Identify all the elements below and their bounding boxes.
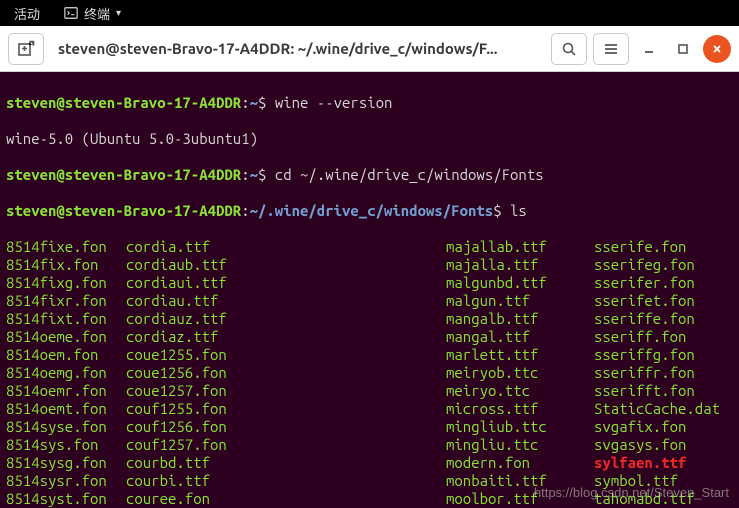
file-entry: mingliub.ttc <box>446 418 594 436</box>
new-tab-icon <box>17 40 35 58</box>
file-entry: courbi.ttf <box>126 472 446 490</box>
file-entry: modern.fon <box>446 454 594 472</box>
file-entry: sserifer.fon <box>594 274 720 292</box>
file-entry: malgunbd.ttf <box>446 274 594 292</box>
file-entry: couf1256.fon <box>126 418 446 436</box>
prompt-sep: : <box>241 94 249 111</box>
app-menu[interactable]: 终端 ▾ <box>64 4 121 23</box>
prompt-path: ~/.wine/drive_c/windows/Fonts <box>250 202 494 219</box>
file-entry: 8514sys.fon <box>6 436 126 454</box>
prompt-user: steven@steven-Bravo-17-A4DDR <box>6 166 241 183</box>
file-entry: sseriffr.fon <box>594 364 720 382</box>
maximize-button[interactable] <box>669 35 697 63</box>
file-entry: cordia.ttf <box>126 238 446 256</box>
prompt-user: steven@steven-Bravo-17-A4DDR <box>6 202 241 219</box>
file-entry: meiryob.ttc <box>446 364 594 382</box>
file-entry: 8514syse.fon <box>6 418 126 436</box>
file-entry: couree.fon <box>126 490 446 508</box>
file-entry: symbol.ttf <box>594 472 720 490</box>
close-icon <box>711 43 723 55</box>
file-entry: sserifet.fon <box>594 292 720 310</box>
search-button[interactable] <box>551 33 587 65</box>
file-entry: 8514oemr.fon <box>6 382 126 400</box>
file-entry: sylfaen.ttf <box>594 454 720 472</box>
file-entry: couf1257.fon <box>126 436 446 454</box>
file-entry: 8514fixe.fon <box>6 238 126 256</box>
file-entry: svgasys.fon <box>594 436 720 454</box>
file-entry: sseriff.fon <box>594 328 720 346</box>
file-entry: 8514oemt.fon <box>6 400 126 418</box>
file-entry: mangal.ttf <box>446 328 594 346</box>
terminal-app-icon <box>64 6 78 20</box>
file-entry: monbaiti.ttf <box>446 472 594 490</box>
prompt-line: steven@steven-Bravo-17-A4DDR:~$ cd ~/.wi… <box>6 166 733 184</box>
window-title: steven@steven-Bravo-17-A4DDR: ~/.wine/dr… <box>52 40 543 57</box>
activities-button[interactable]: 活动 <box>14 4 40 23</box>
file-entry: malgun.ttf <box>446 292 594 310</box>
prompt-user: steven@steven-Bravo-17-A4DDR <box>6 94 241 111</box>
command-output: wine-5.0 (Ubuntu 5.0-3ubuntu1) <box>6 130 733 148</box>
prompt-path: ~ <box>250 166 258 183</box>
file-entry: sserifft.fon <box>594 382 720 400</box>
minimize-button[interactable] <box>635 35 663 63</box>
file-entry: couf1255.fon <box>126 400 446 418</box>
hamburger-icon <box>603 41 619 57</box>
file-entry: marlett.ttf <box>446 346 594 364</box>
file-entry: sseriffe.fon <box>594 310 720 328</box>
ls-output: 8514fixe.fon8514fix.fon8514fixg.fon8514f… <box>6 238 733 508</box>
new-tab-button[interactable] <box>8 33 44 65</box>
file-entry: mingliu.ttc <box>446 436 594 454</box>
file-entry: courbd.ttf <box>126 454 446 472</box>
file-entry: moolbor.ttf <box>446 490 594 508</box>
prompt-path: ~ <box>250 94 258 111</box>
file-entry: 8514fixr.fon <box>6 292 126 310</box>
file-entry: cordiaui.ttf <box>126 274 446 292</box>
file-entry: majallab.ttf <box>446 238 594 256</box>
file-entry: tahomabd.ttf <box>594 490 720 508</box>
file-entry: cordiaz.ttf <box>126 328 446 346</box>
chevron-down-icon: ▾ <box>116 7 121 19</box>
file-entry: sserifeg.fon <box>594 256 720 274</box>
file-entry: cordiau.ttf <box>126 292 446 310</box>
file-entry: 8514fix.fon <box>6 256 126 274</box>
file-entry: coue1255.fon <box>126 346 446 364</box>
file-entry: meiryo.ttc <box>446 382 594 400</box>
activities-label: 活动 <box>14 4 40 23</box>
file-entry: coue1256.fon <box>126 364 446 382</box>
file-entry: micross.ttf <box>446 400 594 418</box>
menu-button[interactable] <box>593 33 629 65</box>
file-entry: cordiauz.ttf <box>126 310 446 328</box>
gnome-topbar: 活动 终端 ▾ <box>0 0 739 26</box>
command-text: ls <box>510 202 527 219</box>
minimize-icon <box>643 43 655 55</box>
file-entry: sserife.fon <box>594 238 720 256</box>
app-menu-label: 终端 <box>84 4 110 23</box>
file-entry: 8514fixg.fon <box>6 274 126 292</box>
file-entry: 8514oemg.fon <box>6 364 126 382</box>
file-entry: svgafix.fon <box>594 418 720 436</box>
file-entry: 8514syst.fon <box>6 490 126 508</box>
file-entry: coue1257.fon <box>126 382 446 400</box>
close-button[interactable] <box>703 35 731 63</box>
prompt-line: steven@steven-Bravo-17-A4DDR:~/.wine/dri… <box>6 202 733 220</box>
prompt-line: steven@steven-Bravo-17-A4DDR:~$ wine --v… <box>6 94 733 112</box>
file-entry: mangalb.ttf <box>446 310 594 328</box>
window-titlebar: steven@steven-Bravo-17-A4DDR: ~/.wine/dr… <box>0 26 739 72</box>
file-entry: 8514sysr.fon <box>6 472 126 490</box>
file-entry: 8514oeme.fon <box>6 328 126 346</box>
search-icon <box>561 41 577 57</box>
file-entry: sseriffg.fon <box>594 346 720 364</box>
file-entry: 8514oem.fon <box>6 346 126 364</box>
file-entry: StaticCache.dat <box>594 400 720 418</box>
file-entry: 8514fixt.fon <box>6 310 126 328</box>
terminal-output[interactable]: steven@steven-Bravo-17-A4DDR:~$ wine --v… <box>0 72 739 508</box>
maximize-icon <box>677 43 689 55</box>
command-text: cd ~/.wine/drive_c/windows/Fonts <box>275 166 544 183</box>
file-entry: 8514sysg.fon <box>6 454 126 472</box>
file-entry: cordiaub.ttf <box>126 256 446 274</box>
command-text: wine --version <box>275 94 393 111</box>
file-entry: majalla.ttf <box>446 256 594 274</box>
